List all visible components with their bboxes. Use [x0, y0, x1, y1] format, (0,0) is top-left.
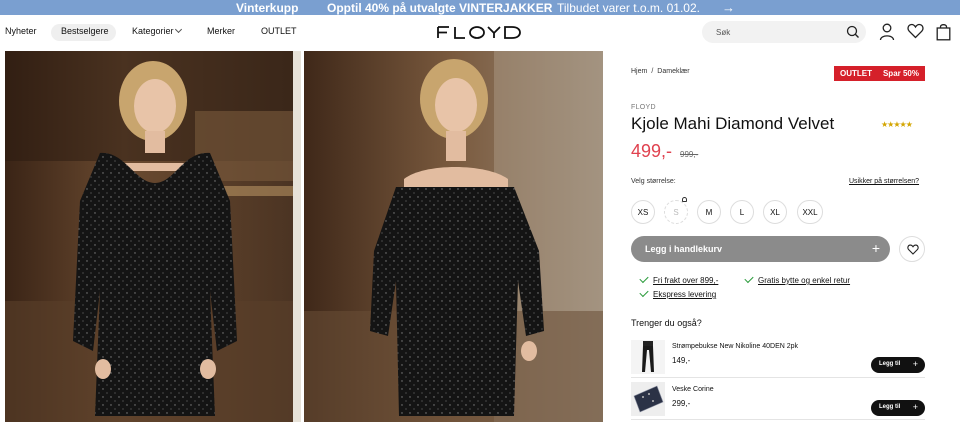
plus-icon: + — [912, 402, 918, 412]
size-label: Velg størrelse: — [631, 178, 676, 185]
product-old-price: 999,- — [680, 150, 699, 159]
product-price: 499,- — [631, 141, 673, 161]
product-title: Kjole Mahi Diamond Velvet — [631, 114, 835, 133]
add-to-cart-label: Legg i handlekurv — [645, 244, 723, 254]
checkmark-icon — [744, 273, 754, 284]
rec-price-tights: 149,- — [672, 356, 691, 365]
floyd-logo[interactable] — [436, 25, 522, 40]
heart-icon — [907, 244, 919, 255]
add-tights-label: Legg til — [879, 361, 901, 367]
product-image-2[interactable] — [304, 51, 603, 422]
usp-free-returns[interactable]: Gratis bytte og enkel retur — [758, 276, 850, 285]
usp-express-delivery[interactable]: Ekspress levering — [653, 290, 716, 299]
nav-item-outlet[interactable]: OUTLET — [261, 26, 297, 36]
size-option-s[interactable]: S — [664, 200, 688, 224]
breadcrumb-separator: / — [651, 68, 654, 75]
size-option-xl[interactable]: XL — [763, 200, 787, 224]
checkmark-icon — [639, 273, 649, 284]
outlet-badge-label: OUTLET — [840, 69, 872, 78]
divider — [631, 377, 925, 378]
wishlist-button[interactable] — [899, 236, 925, 262]
nav-item-nyheter[interactable]: Nyheter — [5, 26, 37, 36]
product-photo-offshoulder — [304, 51, 603, 422]
product-image-1[interactable] — [5, 51, 301, 422]
add-bag-label: Legg til — [879, 404, 901, 410]
rec-price-bag: 299,- — [672, 399, 691, 408]
site-header: Nyheter Bestselgere Kategorier Merker OU… — [0, 15, 960, 51]
chevron-down-icon — [174, 25, 182, 34]
heart-icon[interactable] — [907, 23, 924, 39]
size-option-xxl[interactable]: XXL — [797, 200, 823, 224]
nav-item-merker[interactable]: Merker — [207, 26, 235, 36]
search-input[interactable]: Søk — [702, 21, 866, 43]
plus-icon: + — [871, 240, 880, 256]
product-brand[interactable]: FLOYD — [631, 104, 656, 111]
usp-free-shipping[interactable]: Fri frakt over 899,- — [653, 276, 718, 285]
rec-name-tights[interactable]: Strømpebukse New Nikoline 40DEN 2pk — [672, 343, 798, 350]
outlet-badge: OUTLET Spar 50% — [834, 66, 925, 81]
plus-icon: + — [912, 359, 918, 369]
size-guide-link[interactable]: Usikker på størrelsen? — [849, 178, 919, 185]
add-bag-button[interactable]: Legg til + — [871, 400, 925, 416]
product-photo-front — [5, 51, 301, 422]
promo-validity: Tilbudet varer t.o.m. 01.02. — [557, 1, 700, 15]
recommendations-title: Trenger du også? — [631, 318, 702, 328]
promo-arrow-icon[interactable]: → — [722, 0, 735, 15]
promo-offer: Opptil 40% på utvalgte VINTERJAKKER — [327, 1, 553, 15]
promo-campaign: Vinterkupp — [236, 1, 299, 15]
nav-item-kategorier-label: Kategorier — [132, 26, 174, 36]
add-tights-button[interactable]: Legg til + — [871, 357, 925, 373]
divider — [631, 419, 925, 420]
breadcrumb: Hjem / Dameklær — [631, 68, 690, 75]
breadcrumb-home[interactable]: Hjem — [631, 68, 647, 75]
add-to-cart-button[interactable]: Legg i handlekurv + — [631, 236, 890, 262]
nav-item-kategorier[interactable]: Kategorier — [132, 25, 182, 36]
search-placeholder: Søk — [716, 28, 731, 37]
breadcrumb-category[interactable]: Dameklær — [657, 68, 689, 75]
bag-icon[interactable] — [936, 23, 951, 41]
rec-name-bag[interactable]: Veske Corine — [672, 386, 714, 393]
bell-icon — [682, 197, 687, 202]
promo-bar[interactable]: Vinterkupp Opptil 40% på utvalgte VINTER… — [0, 0, 960, 15]
size-option-l[interactable]: L — [730, 200, 754, 224]
nav-item-bestselgere[interactable]: Bestselgere — [61, 26, 109, 36]
size-option-m[interactable]: M — [697, 200, 721, 224]
search-icon[interactable] — [846, 25, 860, 39]
size-option-xs[interactable]: XS — [631, 200, 655, 224]
checkmark-icon — [639, 287, 649, 298]
bag-image — [631, 382, 665, 416]
rec-thumbnail-tights[interactable] — [631, 340, 665, 374]
rating-stars[interactable]: ★★★★★ — [881, 120, 913, 129]
outlet-badge-discount: Spar 50% — [882, 69, 919, 78]
tights-image — [642, 341, 654, 372]
user-icon[interactable] — [879, 23, 895, 41]
rec-thumbnail-bag[interactable] — [631, 382, 665, 416]
